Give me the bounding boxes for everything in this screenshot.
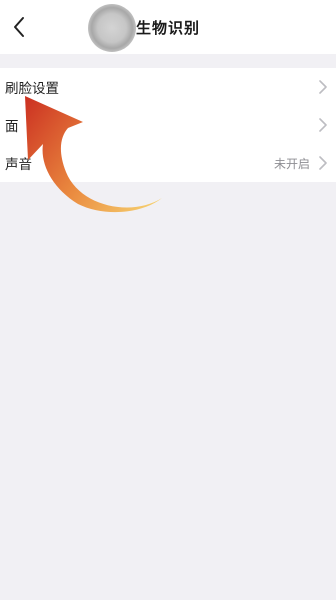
touch-indicator [88, 4, 136, 52]
page-title: 生物识别 [135, 19, 200, 37]
chevron-right-icon [319, 118, 327, 132]
chevron-right-icon [319, 80, 327, 94]
chevron-right-icon [319, 156, 327, 170]
settings-row-label: 声音 [5, 157, 32, 173]
top-nav-bar: 生物识别 [0, 0, 336, 54]
settings-row-value: 未开启 [273, 156, 310, 171]
settings-list: 刷脸设置 面 声音 未开启 [0, 68, 336, 182]
settings-row-face[interactable]: 面 [0, 106, 336, 144]
settings-row-voice[interactable]: 声音 未开启 [0, 144, 336, 182]
settings-row-label: 面 [5, 119, 19, 135]
settings-row-face-settings[interactable]: 刷脸设置 [0, 68, 336, 106]
settings-row-label: 刷脸设置 [5, 81, 59, 97]
